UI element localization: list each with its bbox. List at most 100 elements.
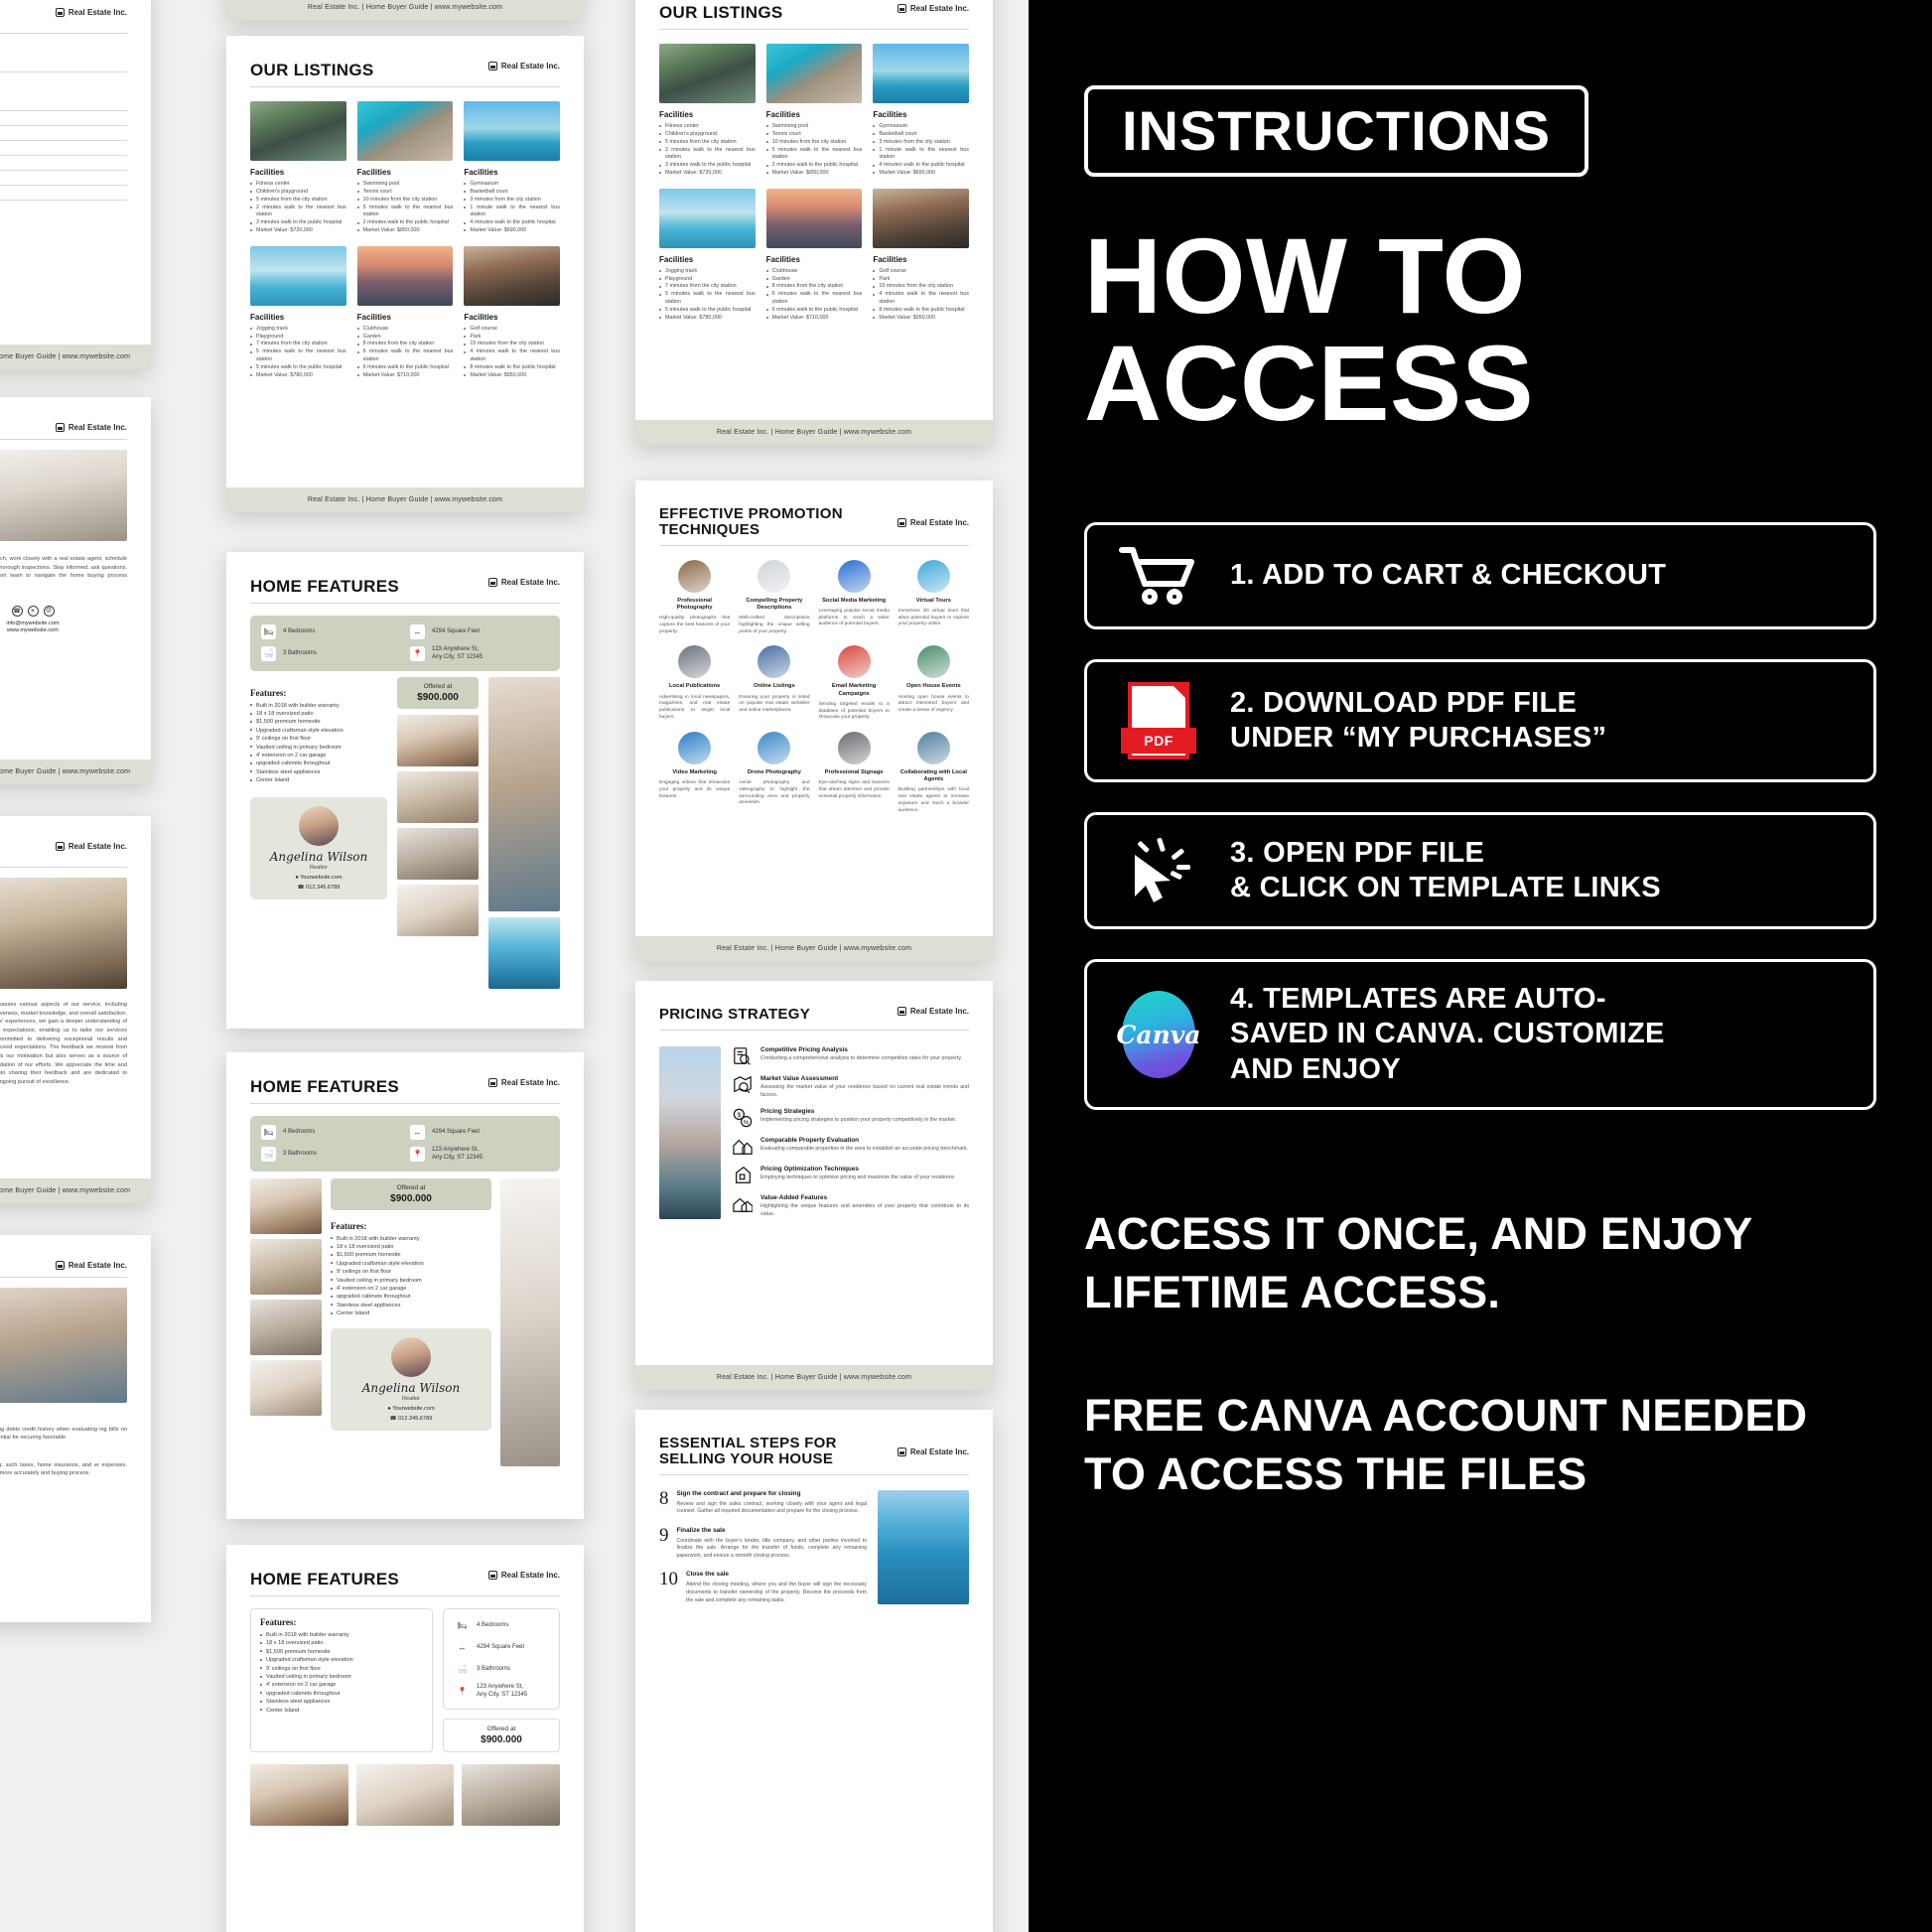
listing-card[interactable]: Facilities Swimming pool Tennis court 10 mi… xyxy=(765,44,863,178)
facility-item: Playground xyxy=(250,334,346,342)
agent-card[interactable]: Angelina Wilson Realtor ● Yourwebsite.co… xyxy=(250,796,387,899)
mockup-listings-page[interactable]: OUR LISTINGS Real Estate Inc. Facilities… xyxy=(226,36,584,512)
facility-item: Tennis court xyxy=(765,131,863,139)
promotion-item: Social Media Marketing Leveraging popular… xyxy=(819,559,890,636)
facility-item: Market Value: $690,000 xyxy=(464,227,560,235)
mockup-contact-page[interactable]: Real Estate Inc. begin your property sea… xyxy=(0,397,151,784)
promotion-item: Email Marketing Campaigns Sending targete… xyxy=(819,645,890,722)
pricing-title: Market Value Assessment xyxy=(760,1074,839,1082)
map-search-icon xyxy=(733,1075,753,1095)
interior-photo xyxy=(488,676,560,911)
canva-logo-icon: Canva xyxy=(1113,991,1204,1079)
pricing-desc: Highlighting the unique features and ame… xyxy=(760,1203,969,1217)
mockup-feedback-page[interactable]: K Real Estate Inc. Client feedback encom… xyxy=(0,816,151,1203)
step-1-add-to-cart[interactable]: 1. ADD TO CART & CHECKOUT xyxy=(1084,522,1876,629)
listing-photo xyxy=(356,101,454,162)
interior-photo xyxy=(250,1299,322,1355)
selling-step: 9 Finalize the sale Coordinate with the bu… xyxy=(659,1524,867,1561)
desk-icon xyxy=(758,559,791,593)
pricing-item: Pricing Optimization Techniques Employing… xyxy=(733,1166,969,1185)
mockup-pricing-page[interactable]: PRICING STRATEGY Real Estate Inc. Compet… xyxy=(635,981,993,1390)
mockup-notes-page[interactable]: TES Real Estate Inc. Location Notes xyxy=(0,0,151,369)
click-cursor-icon xyxy=(1113,835,1204,906)
facility-item: 5 minutes walk to the nearest bus statio… xyxy=(659,291,756,307)
brand-name: Real Estate Inc. xyxy=(500,1571,560,1580)
mockup-home-features-page-2[interactable]: HOME FEATURES Real Estate Inc. 🛏 4 Bedroo… xyxy=(226,1052,584,1519)
divider xyxy=(0,110,127,111)
listing-card[interactable]: Facilities Fitness center Children's playg… xyxy=(250,101,346,235)
feature-item: Built in 2018 with builder warranty xyxy=(260,1631,423,1639)
page-title-line1: EFFECTIVE PROMOTION xyxy=(659,505,843,522)
page-footer: Real Estate Inc. | Home Buyer Guide | ww… xyxy=(0,759,151,784)
listing-card[interactable]: Facilities Gymnasium Basketball court 3 min… xyxy=(464,101,560,235)
pin-icon: 📍 xyxy=(455,1684,470,1700)
social-icon xyxy=(837,559,871,593)
listing-card[interactable]: Facilities Fitness center Children's playg… xyxy=(659,44,756,178)
globe-icon: ☀ xyxy=(27,605,39,617)
pin-icon: 📍 xyxy=(410,646,425,662)
promotion-title: Open House Events xyxy=(905,683,961,690)
brand-icon xyxy=(897,4,906,13)
home-specs: 🛏 4 Bedrooms ↔ 4294 Square Feet 🛁 3 Bathrooms… xyxy=(443,1608,560,1710)
facility-item: 2 minutes walk to the public hospital xyxy=(356,219,454,227)
selling-step: 8 Sign the contract and prepare for closi… xyxy=(659,1489,867,1516)
page-title-line2: TECHNIQUES xyxy=(659,520,760,538)
contact-website: www.mywebsite.com xyxy=(7,626,59,633)
step-number: 9 xyxy=(659,1524,669,1546)
feature-item: $1,500 premium homesite xyxy=(331,1251,491,1259)
pricing-desc: Assessing the market value of your resid… xyxy=(760,1083,969,1098)
feature-item: 4' extension on 2 car garage xyxy=(260,1681,423,1689)
mockup-home-features-page-1[interactable]: HOME FEATURES Real Estate Inc. 🛏 4 Bedroo… xyxy=(226,552,584,1029)
promotion-desc: Advertising in local newspapers, magazin… xyxy=(659,694,731,720)
steps-list: 8 Sign the contract and prepare for closi… xyxy=(659,1489,867,1604)
step-2-download-pdf[interactable]: PDF 2. DOWNLOAD PDF FILE UNDER “MY PURCH… xyxy=(1084,659,1876,782)
mockup-listings-page-right[interactable]: OUR LISTINGS Real Estate Inc. Facilities… xyxy=(635,0,993,445)
facility-item: Clubhouse xyxy=(356,326,454,334)
facility-item: Tennis court xyxy=(356,189,454,197)
facility-item: 10 minutes from the city station xyxy=(356,197,454,205)
page-footer: Real Estate Inc. | Home Buyer Guide | ww… xyxy=(226,487,584,512)
agent-card[interactable]: Angelina Wilson Realtor ● Yourwebsite.co… xyxy=(331,1327,491,1431)
pdf-file-icon: PDF xyxy=(1113,682,1204,759)
divider xyxy=(0,33,127,34)
mockup-debt-page[interactable]: Real Estate Inc. and Managing Debt: and … xyxy=(0,1235,151,1622)
brand-icon xyxy=(897,1007,906,1016)
interior-photo xyxy=(355,1763,455,1826)
listing-card[interactable]: Facilities Swimming pool Tennis court 10 mi… xyxy=(356,101,454,235)
page-footer: Real Estate Inc. | Home Buyer Guide | ww… xyxy=(226,0,584,20)
shopping-cart-icon xyxy=(1113,545,1204,607)
listing-card[interactable]: Facilities Jogging track Playground 7 minut… xyxy=(659,188,756,323)
mockup-listings-page-top[interactable]: Real Estate Inc. | Home Buyer Guide | ww… xyxy=(226,0,584,20)
listing-card[interactable]: Facilities Clubhouse Garden 8 minutes from … xyxy=(356,245,454,380)
page-title: HOME FEATURES xyxy=(250,1570,399,1588)
listing-card[interactable]: Facilities Gymnasium Basketball court 3 min… xyxy=(873,44,969,178)
mockup-home-features-page-3[interactable]: HOME FEATURES Real Estate Inc. Features:… xyxy=(226,1545,584,1932)
feature-item: Upgraded craftsman style elevation xyxy=(250,727,387,735)
brand-icon xyxy=(487,1571,497,1580)
facility-item: 15 minutes from the city station xyxy=(464,341,560,348)
interior-photo xyxy=(250,1359,322,1416)
field-label-notes: Notes xyxy=(0,86,127,96)
listing-card[interactable]: Facilities Golf course Park 15 minutes from… xyxy=(464,245,560,380)
facility-item: 1 minute walk to the nearest bus station xyxy=(873,147,969,163)
page-title: HOW TO ACCESS xyxy=(1084,222,1876,437)
home-specs: 🛏 4 Bedrooms ↔ 4294 Square Feet 🛁 3 Bathrooms… xyxy=(250,616,560,671)
listing-card[interactable]: Facilities Golf course Park 15 minutes from… xyxy=(873,188,969,323)
mockup-steps-page[interactable]: ESSENTIAL STEPS FOR SELLING YOUR HOUSE R… xyxy=(635,1410,993,1932)
facilities-heading: Facilities xyxy=(873,254,907,264)
mockup-promotion-page[interactable]: EFFECTIVE PROMOTION TECHNIQUES Real Esta… xyxy=(635,481,993,961)
listing-card[interactable]: Facilities Clubhouse Garden 8 minutes from … xyxy=(765,188,863,323)
listing-card[interactable]: Facilities Jogging track Playground 7 minut… xyxy=(250,245,346,380)
bed-icon: 🛏 xyxy=(261,1125,276,1141)
step-3-open-pdf[interactable]: 3. OPEN PDF FILE & CLICK ON TEMPLATE LIN… xyxy=(1084,812,1876,929)
facilities-list: Clubhouse Garden 8 minutes from the city s… xyxy=(356,326,454,380)
step-4-canva[interactable]: Canva 4. TEMPLATES ARE AUTO- SAVED IN CA… xyxy=(1084,959,1876,1111)
listing-photo xyxy=(250,245,346,306)
promotion-title: Drone Photography xyxy=(747,768,801,775)
pricing-title: Comparable Property Evaluation xyxy=(760,1137,860,1145)
facilities-list: Golf course Park 15 minutes from the city … xyxy=(873,268,969,323)
spec-label: 123 Anywhere St, Any City, ST 12345 xyxy=(432,1147,483,1161)
brand-icon xyxy=(897,1448,906,1456)
promotion-title: Email Marketing Campaigns xyxy=(831,683,877,697)
features-list: Built in 2018 with builder warranty 18 x … xyxy=(331,1235,491,1318)
